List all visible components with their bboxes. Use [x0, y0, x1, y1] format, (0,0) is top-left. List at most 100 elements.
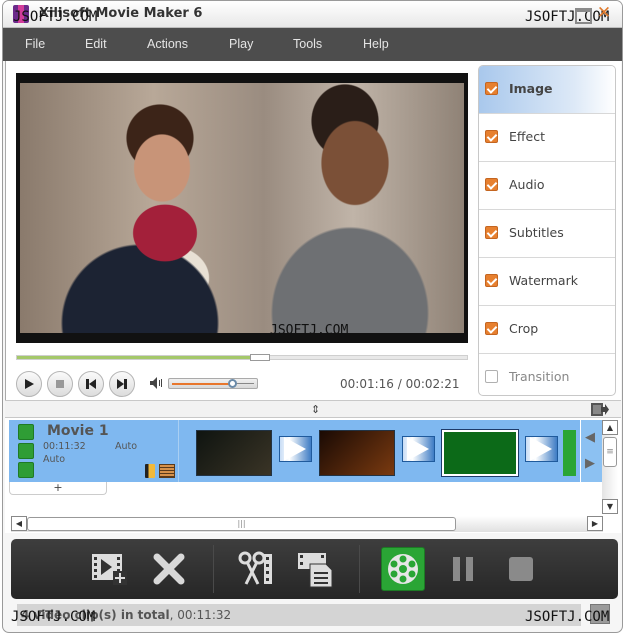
next-button[interactable]	[109, 371, 135, 397]
volume-thumb[interactable]	[227, 379, 237, 388]
panel-item-watermark[interactable]: Watermark	[479, 258, 615, 306]
menu-play[interactable]: Play	[229, 37, 253, 51]
menu-actions[interactable]: Actions	[147, 37, 188, 51]
merge-document-icon	[298, 553, 333, 588]
track-duration: 00:11:32	[43, 441, 86, 452]
transition-arrow-icon[interactable]	[279, 436, 312, 462]
clip-thumbnail[interactable]	[319, 430, 395, 476]
transition-arrow-icon[interactable]	[525, 436, 558, 462]
volume-level	[172, 383, 233, 385]
panel-item-label: Transition	[509, 369, 570, 384]
audio-checkbox[interactable]	[485, 178, 498, 191]
play-button[interactable]	[16, 371, 42, 397]
pause-button[interactable]	[441, 547, 485, 591]
clip-button[interactable]	[233, 547, 277, 591]
panel-item-subtitles[interactable]: Subtitles	[479, 210, 615, 258]
timeline: Movie 1 00:11:32 Auto Auto ◀ ▶ + ▲ ≡ ▼ ◀…	[5, 418, 621, 533]
film-reel-icon[interactable]	[18, 424, 34, 440]
stop-icon	[56, 380, 64, 388]
menu-bar: File Edit Actions Play Tools Help	[3, 28, 622, 61]
maximize-button[interactable]	[573, 5, 592, 24]
vertical-scrollbar[interactable]: ▲ ≡ ▼	[602, 420, 618, 514]
scroll-down-button[interactable]: ▼	[602, 499, 618, 514]
panel-item-label: Audio	[509, 177, 545, 192]
volume-slider[interactable]	[168, 378, 258, 389]
previous-button[interactable]	[78, 371, 104, 397]
menu-edit[interactable]: Edit	[85, 37, 107, 51]
skip-back-icon	[86, 379, 96, 389]
stop-conversion-button[interactable]	[499, 547, 543, 591]
menu-file[interactable]: File	[25, 37, 45, 51]
clip-nav: ◀ ▶	[580, 420, 602, 482]
resize-handle-icon[interactable]: ⇕	[311, 403, 320, 416]
subtitles-checkbox[interactable]	[485, 226, 498, 239]
add-video-icon	[92, 554, 127, 585]
transition-arrow-icon[interactable]	[402, 436, 435, 462]
watermark-text: JSOFTJ.COM	[270, 323, 349, 338]
skip-forward-icon	[117, 379, 127, 389]
panel-item-label: Effect	[509, 129, 545, 144]
edit-options-panel: Image Effect Audio Subtitles Watermark C…	[478, 65, 616, 396]
audio-track-icon[interactable]	[18, 443, 34, 459]
image-checkbox[interactable]	[485, 82, 498, 95]
scroll-up-button[interactable]: ▲	[602, 420, 618, 435]
add-track-button[interactable]: +	[9, 482, 107, 495]
watermark-text: JSOFTJ.COM	[13, 9, 98, 25]
volume-icon[interactable]	[150, 377, 164, 389]
seek-progress	[17, 356, 260, 359]
clip-thumbnail-selected[interactable]	[441, 429, 519, 477]
panel-item-crop[interactable]: Crop	[479, 306, 615, 354]
scroll-left-button[interactable]: ◀	[11, 516, 27, 531]
panel-item-transition[interactable]: Transition	[479, 354, 615, 395]
title-bar: Xilisoft Movie Maker 6 JSOFTJ.COM JSOFTJ…	[3, 1, 622, 28]
clip-thumbnail[interactable]	[196, 430, 272, 476]
export-icon[interactable]	[591, 403, 609, 416]
horizontal-scrollbar[interactable]: ◀ ||| ▶	[11, 516, 603, 532]
watermark-checkbox[interactable]	[485, 274, 498, 287]
watermark-text: JSOFTJ.COM	[525, 609, 610, 625]
remove-button[interactable]	[147, 547, 191, 591]
total-duration: 00:11:32	[177, 608, 232, 622]
add-video-button[interactable]	[87, 547, 131, 591]
video-preview[interactable]: JSOFTJ.COM	[16, 73, 468, 343]
merge-button[interactable]	[293, 547, 337, 591]
clip-thumbnail-partial[interactable]	[563, 430, 576, 476]
track-mode: Auto	[115, 441, 138, 452]
panel-item-label: Watermark	[509, 273, 578, 288]
film-strip-icon[interactable]	[159, 464, 175, 478]
seek-thumb[interactable]	[250, 354, 270, 361]
remove-icon	[153, 553, 185, 585]
folder-icon[interactable]	[145, 464, 155, 478]
vertical-scroll-thumb[interactable]: ≡	[603, 437, 617, 467]
stop-button[interactable]	[47, 371, 73, 397]
play-icon	[25, 379, 34, 389]
convert-button[interactable]	[381, 547, 425, 591]
panel-item-audio[interactable]: Audio	[479, 162, 615, 210]
seek-bar[interactable]	[16, 354, 468, 361]
menu-help[interactable]: Help	[363, 37, 389, 51]
status-bar: 4 video clip(s) in total, 00:11:32	[17, 604, 581, 626]
panel-item-image[interactable]: Image	[479, 66, 615, 114]
subtitle-track-icon[interactable]	[18, 462, 34, 478]
app-window: Xilisoft Movie Maker 6 JSOFTJ.COM JSOFTJ…	[2, 0, 623, 633]
movie-name: Movie 1	[47, 423, 109, 439]
pause-icon	[453, 557, 473, 581]
arrow-left-icon[interactable]: ◀	[585, 430, 595, 445]
movie-track[interactable]: Movie 1 00:11:32 Auto Auto	[9, 420, 580, 482]
toolbar-separator	[213, 545, 214, 593]
crop-checkbox[interactable]	[485, 322, 498, 335]
splitter-bar: ⇕	[5, 400, 621, 418]
toolbar-separator	[359, 545, 360, 593]
track-audio-mode: Auto	[43, 454, 66, 465]
panel-item-effect[interactable]: Effect	[479, 114, 615, 162]
scroll-right-button[interactable]: ▶	[587, 516, 603, 531]
panel-item-label: Image	[509, 81, 553, 96]
arrow-right-icon[interactable]: ▶	[585, 456, 595, 471]
panel-item-label: Crop	[509, 321, 539, 336]
video-frame	[20, 83, 464, 333]
close-button[interactable]: ✕	[595, 5, 613, 22]
menu-tools[interactable]: Tools	[293, 37, 322, 51]
transition-checkbox[interactable]	[485, 370, 498, 383]
effect-checkbox[interactable]	[485, 130, 498, 143]
horizontal-scroll-thumb[interactable]: |||	[27, 517, 456, 531]
